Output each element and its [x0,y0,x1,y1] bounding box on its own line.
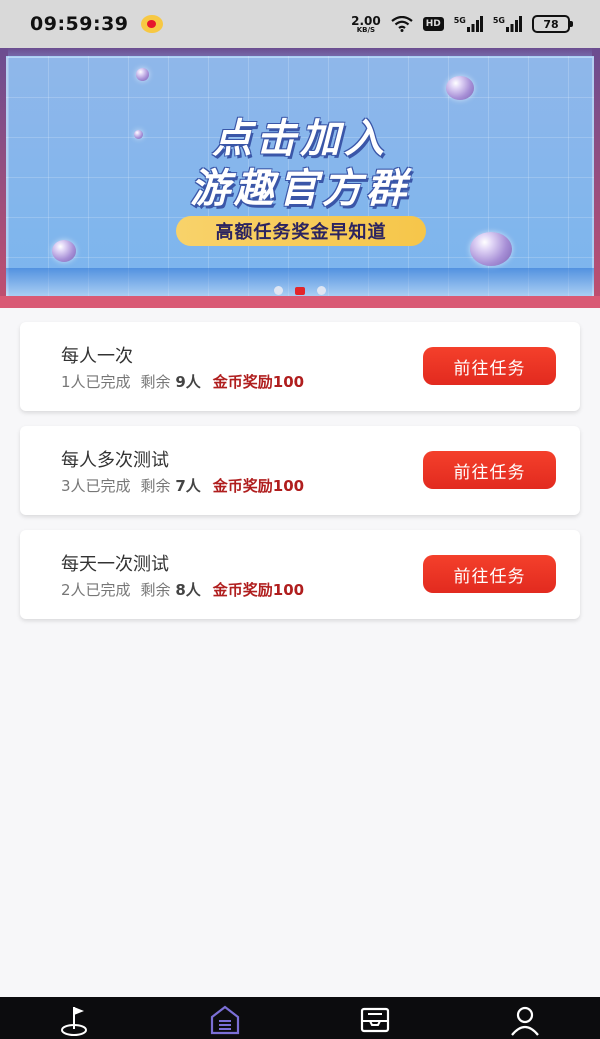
task-title: 每人多次测试 [61,450,169,471]
hd-badge: HD [422,17,444,31]
task-remaining-label: 剩余 [140,581,171,599]
user-icon [511,1006,539,1036]
task-meta: 2人已完成 剩余 8人 金币奖励100 [61,579,304,600]
nav-item-inbox[interactable] [345,1001,405,1039]
task-remaining-count: 7人 [175,477,201,495]
page-dot[interactable] [317,286,326,295]
page-dot-active[interactable] [295,286,305,295]
bottom-nav [0,997,600,1039]
signal-label: 5G [453,16,466,25]
task-remaining-label: 剩余 [140,477,171,495]
wifi-icon [391,16,413,32]
task-meta: 1人已完成 剩余 9人 金币奖励100 [61,371,304,392]
inbox-icon [360,1007,390,1033]
task-remaining-count: 8人 [175,581,201,599]
task-reward: 金币奖励100 [212,373,305,391]
flag-icon [61,1007,87,1036]
weibo-notification-icon [140,15,163,33]
banner-title-line2: 游趣官方群 [190,166,410,212]
task-completed-count: 2人已完成 [61,581,131,599]
status-indicators: 2.00 KB/S HD 5G 5G 78 [351,15,573,34]
network-speed: 2.00 KB/S [351,15,381,34]
go-to-task-button[interactable]: 前往任务 [423,451,556,489]
status-time: 09:59:39 [30,13,129,35]
task-card: 每天一次测试 2人已完成 剩余 8人 金币奖励100 前往任务 [20,530,580,619]
signal-label-2: 5G [492,16,505,25]
task-completed-count: 3人已完成 [61,477,131,495]
task-remaining: 剩余 9人 [141,371,201,392]
task-remaining-count: 9人 [175,373,201,391]
task-title: 每人一次 [61,346,133,367]
nav-item-flag[interactable] [45,1001,105,1039]
task-remaining: 剩余 8人 [141,579,201,600]
task-remaining-label: 剩余 [140,373,171,391]
pearl-decoration [470,232,512,266]
task-list: 每人一次 1人已完成 剩余 9人 金币奖励100 前往任务 每人多次测试 3人已… [20,322,580,634]
banner-bottom-strip [0,296,600,308]
task-card: 每人一次 1人已完成 剩余 9人 金币奖励100 前往任务 [20,322,580,411]
task-remaining: 剩余 7人 [141,475,201,496]
promo-banner[interactable]: 点击加入 游趣官方群 高额任务奖金早知道 [0,48,600,308]
status-bar: 09:59:39 2.00 KB/S HD 5G 5G 78 [0,0,600,48]
task-card: 每人多次测试 3人已完成 剩余 7人 金币奖励100 前往任务 [20,426,580,515]
task-completed-count: 1人已完成 [61,373,131,391]
task-title: 每天一次测试 [61,554,169,575]
task-reward: 金币奖励100 [212,581,305,599]
banner-page-indicator [0,286,600,295]
battery-icon: 78 [532,15,573,33]
page-dot[interactable] [274,286,283,295]
task-meta: 3人已完成 剩余 7人 金币奖励100 [61,475,304,496]
nav-item-profile[interactable] [495,1001,555,1039]
network-speed-unit: KB/S [356,25,376,34]
home-icon [210,1005,240,1035]
go-to-task-button[interactable]: 前往任务 [423,555,556,593]
pearl-decoration [446,76,474,100]
nav-item-home[interactable] [195,1001,255,1039]
banner-subtitle: 高额任务奖金早知道 [176,216,426,246]
pearl-decoration [52,240,76,262]
network-speed-value: 2.00 [351,13,381,28]
signal-icon: 5G [454,16,483,32]
pearl-decoration [136,68,149,81]
go-to-task-button[interactable]: 前往任务 [423,347,556,385]
task-reward: 金币奖励100 [212,477,305,495]
signal-icon-2: 5G [493,16,522,32]
